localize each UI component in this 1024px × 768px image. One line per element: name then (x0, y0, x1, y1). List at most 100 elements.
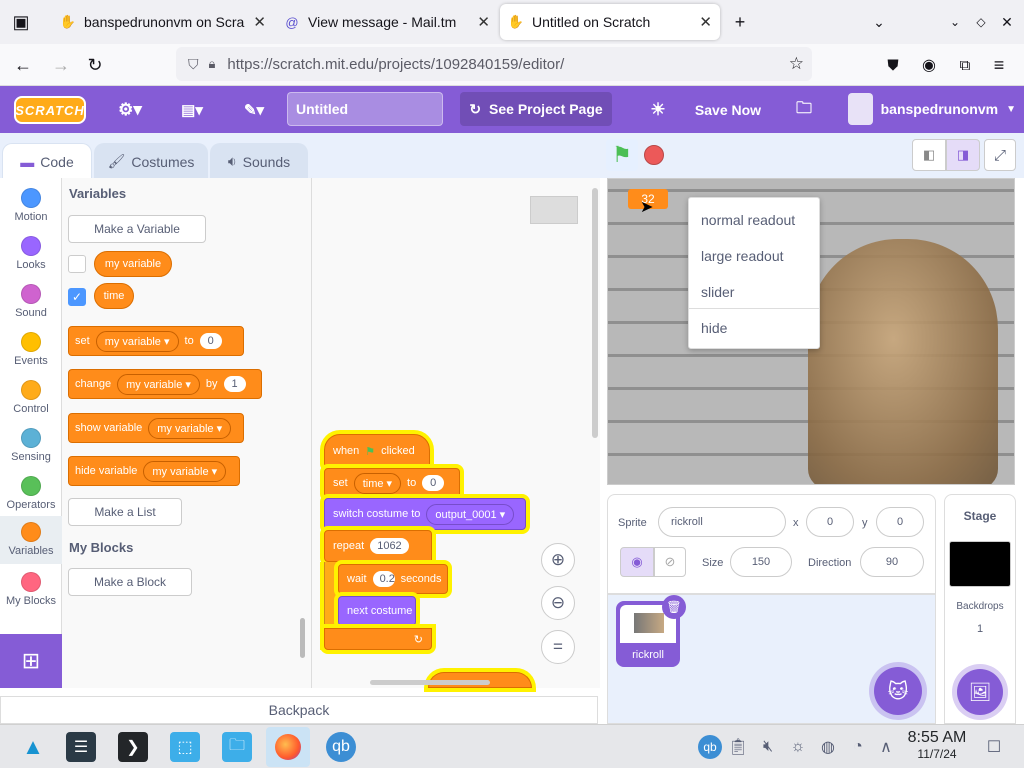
add-extension-button[interactable]: ⊞ (0, 634, 62, 688)
firefox-taskbar-button[interactable] (266, 727, 310, 767)
close-icon[interactable]: ✕ (477, 13, 490, 31)
zoom-in-icon[interactable]: ⊕ (541, 543, 575, 577)
tab-costumes[interactable]: 🖌︎ Costumes (94, 143, 208, 179)
window-close-icon[interactable]: ✕ (994, 9, 1020, 35)
menu-item-slider[interactable]: slider (689, 274, 819, 310)
forward-icon[interactable]: → (48, 52, 74, 78)
when-flag-clicked-block[interactable]: when ⚑ clicked (324, 434, 430, 468)
value-input[interactable]: 0 (422, 475, 445, 491)
category-sensing[interactable]: Sensing (0, 422, 62, 470)
browser-tab-3[interactable]: ✋ Untitled on Scratch ✕ (500, 4, 720, 40)
menu-item-large-readout[interactable]: large readout (689, 238, 819, 274)
var-checkbox-time[interactable]: ✓ (68, 288, 86, 306)
horizontal-scrollbar[interactable] (370, 680, 490, 685)
var-checkbox-my-variable[interactable] (68, 255, 86, 273)
sprite-name-input[interactable]: rickroll (658, 507, 786, 537)
system-settings-icon[interactable]: ☰ (66, 732, 96, 762)
category-events[interactable]: Events (0, 326, 62, 374)
tab-code[interactable]: ▬ Code (2, 143, 92, 179)
browser-tab-2[interactable]: @ View message - Mail.tm ✕ (276, 4, 498, 40)
package-manager-icon[interactable]: ⬚ (170, 732, 200, 762)
minimize-icon[interactable]: ⌄ (942, 9, 968, 35)
value-input[interactable]: 0.2 (372, 571, 395, 587)
category-variables[interactable]: Variables (0, 516, 62, 564)
close-icon[interactable]: ✕ (699, 13, 712, 31)
show-desktop-icon[interactable]: ☐ (982, 732, 1006, 762)
variable-dropdown[interactable]: my variable ▾ (95, 330, 179, 352)
add-backdrop-button[interactable]: 🖼︎ (957, 669, 1003, 715)
see-project-page-button[interactable]: ↻ See Project Page (460, 92, 612, 126)
project-title-input[interactable]: Untitled (287, 92, 443, 126)
zoom-reset-icon[interactable]: = (541, 630, 575, 664)
category-motion[interactable]: Motion (0, 182, 62, 230)
qbittorrent-tray-icon[interactable]: qb (698, 735, 722, 759)
menu-item-hide[interactable]: hide (689, 310, 819, 346)
tab-list-icon[interactable]: ⌄ (866, 9, 892, 35)
script-area[interactable]: when ⚑ clicked set time ▾ to 0 switch co… (312, 178, 600, 688)
block-change-variable[interactable]: change my variable ▾ by 1 (68, 369, 262, 399)
category-my-blocks[interactable]: My Blocks (0, 566, 62, 614)
network-icon[interactable]: ◍ (816, 732, 840, 762)
updates-icon[interactable]: ◔ (846, 732, 870, 762)
file-menu-icon[interactable]: ▤▾ (172, 96, 212, 124)
menu-item-normal-readout[interactable]: normal readout (689, 202, 819, 238)
script-area-scrollbar[interactable] (592, 188, 598, 438)
tab-sounds[interactable]: 🔉︎ Sounds (210, 143, 308, 179)
bookmark-star-icon[interactable]: ☆ (789, 54, 804, 74)
shield-icon[interactable]: ⛉ (188, 56, 199, 73)
delete-sprite-button[interactable]: 🗑︎ (662, 595, 686, 619)
variable-dropdown[interactable]: my variable ▾ (148, 417, 232, 439)
clock[interactable]: 8:55 AM 11/7/24 (900, 729, 974, 761)
variable-dropdown[interactable]: my variable ▾ (143, 460, 227, 482)
arch-linux-menu-icon[interactable]: ▲ (18, 732, 48, 762)
zoom-out-icon[interactable]: ⊖ (541, 586, 575, 620)
account-menu[interactable]: banspedrunonvm ▼ (848, 92, 1016, 126)
direction-input[interactable]: 90 (860, 547, 924, 577)
y-input[interactable]: 0 (876, 507, 924, 537)
my-stuff-folder-icon[interactable]: 🗀 (790, 96, 818, 124)
add-sprite-button[interactable]: 🐱︎ (874, 667, 922, 715)
maximize-icon[interactable]: ◇ (968, 9, 994, 35)
category-operators[interactable]: Operators (0, 470, 62, 518)
repeat-block[interactable]: repeat 1062 (324, 530, 432, 562)
category-sound[interactable]: Sound (0, 278, 62, 326)
next-costume-block[interactable]: next costume (338, 596, 416, 626)
pocket-icon[interactable]: ⛊ (880, 52, 906, 78)
palette-scrollbar[interactable] (300, 618, 305, 658)
browser-tab-1[interactable]: ✋ banspedrunonvm on Scra ✕ (52, 4, 274, 40)
lock-icon[interactable]: 🔒︎ (209, 56, 216, 72)
make-block-button[interactable]: Make a Block (68, 568, 192, 596)
menu-icon[interactable]: ≡ (986, 52, 1012, 78)
block-hide-variable[interactable]: hide variable my variable ▾ (68, 456, 240, 486)
edit-menu-icon[interactable]: ✎▾ (234, 96, 274, 124)
qbittorrent-icon[interactable]: qb (326, 732, 356, 762)
stop-button[interactable] (644, 145, 664, 165)
value-input[interactable]: 0 (199, 333, 222, 349)
reporter-time[interactable]: time (94, 283, 134, 309)
extensions-icon[interactable]: ⧉ (952, 52, 978, 78)
switch-costume-block[interactable]: switch costume to output_0001 ▾ (324, 498, 526, 530)
make-variable-button[interactable]: Make a Variable (68, 215, 206, 243)
close-icon[interactable]: ✕ (253, 13, 266, 31)
wait-block[interactable]: wait 0.2 seconds (338, 564, 448, 594)
large-stage-icon[interactable]: ◨ (946, 139, 980, 171)
volume-muted-icon[interactable]: 🔇︎ (756, 732, 780, 762)
category-looks[interactable]: Looks (0, 230, 62, 278)
make-list-button[interactable]: Make a List (68, 498, 182, 526)
brightness-icon[interactable]: ☼ (786, 732, 810, 762)
value-input[interactable]: 1062 (370, 538, 409, 554)
hide-sprite-button[interactable]: ⊘ (654, 547, 686, 577)
backpack-bar[interactable]: Backpack (0, 696, 598, 724)
back-icon[interactable]: ← (10, 52, 36, 78)
settings-gear-icon[interactable]: ⚙▾ (110, 96, 150, 124)
file-manager-icon[interactable]: 🗀 (222, 732, 252, 762)
set-time-block[interactable]: set time ▾ to 0 (324, 468, 460, 498)
tray-expand-icon[interactable]: ∧ (874, 732, 898, 762)
clipboard-icon[interactable]: 📋︎ (726, 732, 750, 762)
fullscreen-icon[interactable]: ⤢ (984, 139, 1016, 171)
reporter-my-variable[interactable]: my variable (94, 251, 172, 277)
new-tab-icon[interactable]: + (727, 9, 753, 35)
category-control[interactable]: Control (0, 374, 62, 422)
theme-icon[interactable]: ☀ (645, 96, 671, 124)
account-icon[interactable]: ◉ (916, 52, 942, 78)
